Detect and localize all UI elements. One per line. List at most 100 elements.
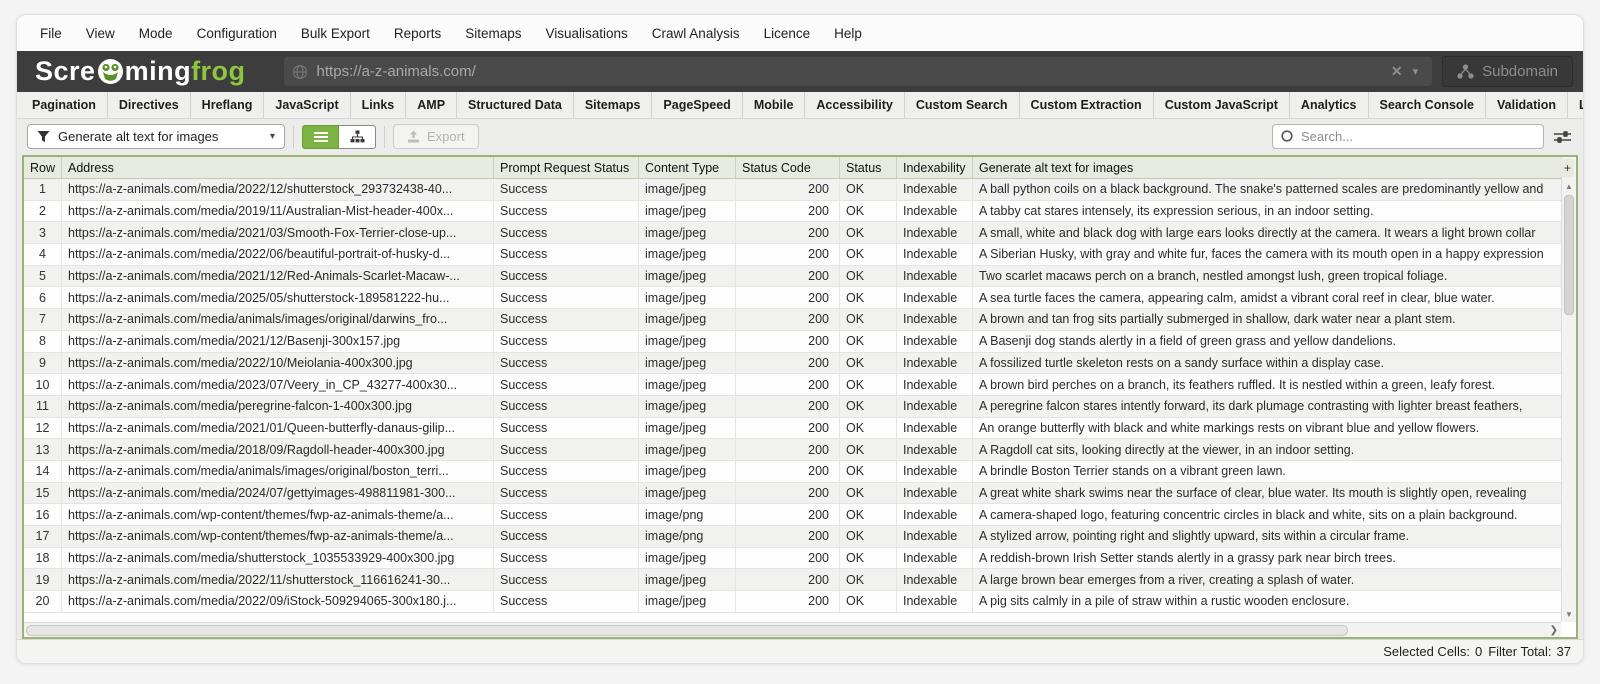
cell-alt-text[interactable]: A tabby cat stares intensely, its expres… [973,201,1561,222]
cell-address[interactable]: https://a-z-animals.com/media/2025/05/sh… [62,287,494,308]
column-header[interactable]: Indexability [897,157,973,178]
column-header[interactable]: Content Type [639,157,736,178]
cell-status[interactable]: OK [840,418,897,439]
cell-address[interactable]: https://a-z-animals.com/media/2024/07/ge… [62,483,494,504]
cell-prompt-request-status[interactable]: Success [494,244,639,265]
table-row[interactable]: 11 https://a-z-animals.com/media/peregri… [24,396,1561,418]
cell-content-type[interactable]: image/jpeg [639,331,736,352]
cell-row-number[interactable]: 7 [24,309,62,330]
menu-item[interactable]: Bulk Export [290,20,381,47]
cell-content-type[interactable]: image/jpeg [639,591,736,612]
cell-indexability[interactable]: Indexable [897,374,973,395]
cell-status[interactable]: OK [840,439,897,460]
cell-alt-text[interactable]: A sea turtle faces the camera, appearing… [973,287,1561,308]
menu-item[interactable]: Crawl Analysis [641,20,751,47]
cell-alt-text[interactable]: A reddish-brown Irish Setter stands aler… [973,548,1561,569]
cell-row-number[interactable]: 18 [24,548,62,569]
cell-alt-text[interactable]: A brindle Boston Terrier stands on a vib… [973,461,1561,482]
cell-status-code[interactable]: 200 [736,396,840,417]
cell-row-number[interactable]: 9 [24,353,62,374]
cell-row-number[interactable]: 10 [24,374,62,395]
clear-url-icon[interactable]: ✕ [1383,63,1411,80]
cell-status-code[interactable]: 200 [736,201,840,222]
cell-alt-text[interactable]: A brown bird perches on a branch, its fe… [973,374,1561,395]
cell-status[interactable]: OK [840,179,897,200]
cell-status-code[interactable]: 200 [736,548,840,569]
cell-alt-text[interactable]: A pig sits calmly in a pile of straw wit… [973,591,1561,612]
tab[interactable]: Hreflang [191,92,265,118]
cell-indexability[interactable]: Indexable [897,244,973,265]
cell-status-code[interactable]: 200 [736,439,840,460]
cell-alt-text[interactable]: A stylized arrow, pointing right and sli… [973,526,1561,547]
cell-content-type[interactable]: image/jpeg [639,179,736,200]
tab[interactable]: Search Console [1369,92,1486,118]
cell-status[interactable]: OK [840,548,897,569]
menu-item[interactable]: File [29,20,73,47]
subdomain-button[interactable]: Subdomain [1442,56,1573,87]
cell-address[interactable]: https://a-z-animals.com/media/2022/06/be… [62,244,494,265]
table-row[interactable]: 19 https://a-z-animals.com/media/2022/11… [24,569,1561,591]
cell-row-number[interactable]: 16 [24,504,62,525]
cell-alt-text[interactable]: A ball python coils on a black backgroun… [973,179,1561,200]
cell-indexability[interactable]: Indexable [897,526,973,547]
cell-status-code[interactable]: 200 [736,179,840,200]
cell-status-code[interactable]: 200 [736,504,840,525]
table-row[interactable]: 16 https://a-z-animals.com/wp-content/th… [24,504,1561,526]
tab[interactable]: Directives [108,92,191,118]
cell-address[interactable]: https://a-z-animals.com/media/animals/im… [62,461,494,482]
cell-prompt-request-status[interactable]: Success [494,201,639,222]
url-dropdown-caret-icon[interactable]: ▾ [1411,65,1425,78]
menu-item[interactable]: Reports [383,20,452,47]
cell-indexability[interactable]: Indexable [897,179,973,200]
cell-status[interactable]: OK [840,374,897,395]
cell-prompt-request-status[interactable]: Success [494,266,639,287]
table-row[interactable]: 17 https://a-z-animals.com/wp-content/th… [24,526,1561,548]
cell-prompt-request-status[interactable]: Success [494,439,639,460]
table-row[interactable]: 15 https://a-z-animals.com/media/2024/07… [24,483,1561,505]
cell-content-type[interactable]: image/jpeg [639,548,736,569]
vertical-scroll-thumb[interactable] [1564,195,1574,315]
cell-status[interactable]: OK [840,287,897,308]
cell-indexability[interactable]: Indexable [897,504,973,525]
cell-row-number[interactable]: 15 [24,483,62,504]
cell-content-type[interactable]: image/jpeg [639,266,736,287]
table-row[interactable]: 14 https://a-z-animals.com/media/animals… [24,461,1561,483]
menu-item[interactable]: Visualisations [534,20,638,47]
tab[interactable]: JavaScript [264,92,350,118]
cell-content-type[interactable]: image/jpeg [639,201,736,222]
cell-row-number[interactable]: 8 [24,331,62,352]
table-row[interactable]: 9 https://a-z-animals.com/media/2022/10/… [24,353,1561,375]
cell-prompt-request-status[interactable]: Success [494,374,639,395]
cell-status-code[interactable]: 200 [736,222,840,243]
menu-item[interactable]: View [75,20,126,47]
cell-prompt-request-status[interactable]: Success [494,504,639,525]
cell-indexability[interactable]: Indexable [897,396,973,417]
column-header[interactable]: Row [24,157,62,178]
cell-address[interactable]: https://a-z-animals.com/media/shuttersto… [62,548,494,569]
cell-row-number[interactable]: 1 [24,179,62,200]
cell-status[interactable]: OK [840,309,897,330]
tab[interactable]: Pagination [21,92,108,118]
cell-indexability[interactable]: Indexable [897,331,973,352]
cell-status-code[interactable]: 200 [736,244,840,265]
vertical-scrollbar[interactable]: ▲ ▼ [1561,157,1576,622]
cell-alt-text[interactable]: A Basenji dog stands alertly in a field … [973,331,1561,352]
cell-prompt-request-status[interactable]: Success [494,418,639,439]
table-row[interactable]: 5 https://a-z-animals.com/media/2021/12/… [24,266,1561,288]
tab[interactable]: Sitemaps [574,92,653,118]
cell-address[interactable]: https://a-z-animals.com/media/2022/12/sh… [62,179,494,200]
cell-prompt-request-status[interactable]: Success [494,222,639,243]
cell-address[interactable]: https://a-z-animals.com/media/2021/12/Re… [62,266,494,287]
cell-alt-text[interactable]: A great white shark swims near the surfa… [973,483,1561,504]
tab[interactable]: Accessibility [805,92,904,118]
cell-status-code[interactable]: 200 [736,526,840,547]
cell-prompt-request-status[interactable]: Success [494,353,639,374]
cell-address[interactable]: https://a-z-animals.com/media/2023/07/Ve… [62,374,494,395]
cell-address[interactable]: https://a-z-animals.com/wp-content/theme… [62,526,494,547]
cell-status-code[interactable]: 200 [736,309,840,330]
cell-indexability[interactable]: Indexable [897,222,973,243]
cell-indexability[interactable]: Indexable [897,483,973,504]
column-header[interactable]: Status Code [736,157,840,178]
cell-indexability[interactable]: Indexable [897,569,973,590]
column-header[interactable]: Prompt Request Status [494,157,639,178]
